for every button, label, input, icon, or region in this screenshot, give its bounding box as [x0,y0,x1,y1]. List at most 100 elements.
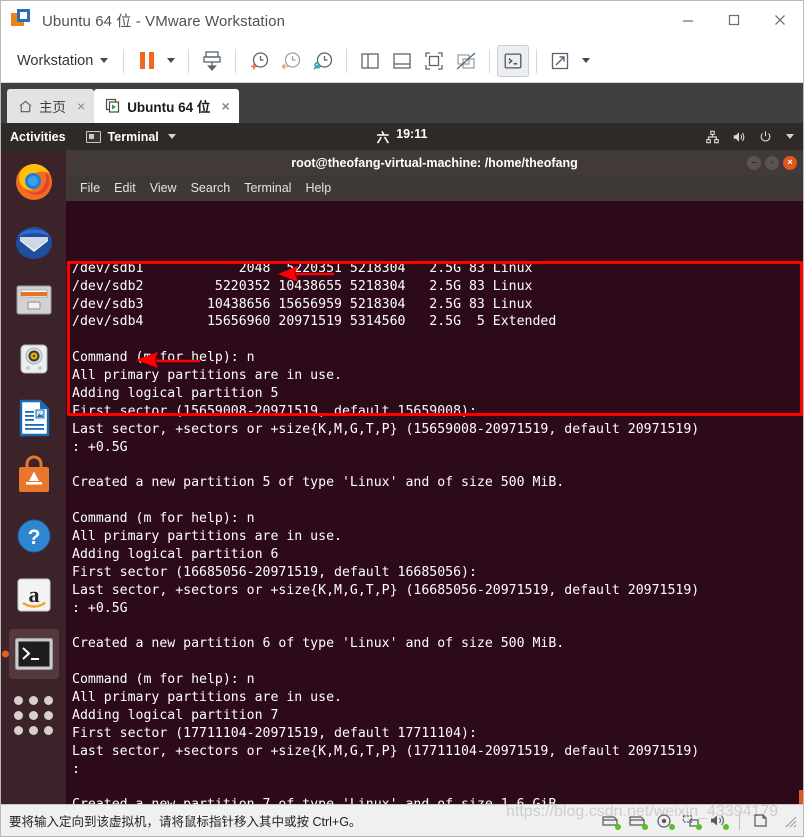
toolbar-separator [346,48,348,73]
terminal-minimize-button[interactable]: – [747,155,761,170]
tab-home-close-icon[interactable]: × [77,98,85,114]
terminal-line: Created a new partition 5 of type 'Linux… [72,475,565,491]
terminal-line: : +0.5G [72,439,128,455]
launcher-item-amazon[interactable]: a [9,570,59,620]
terminal-line: : [72,761,80,777]
topbar-clock[interactable]: 六 19:11 [377,127,428,146]
launcher-item-firefox[interactable] [9,157,59,207]
menu-edit[interactable]: Edit [114,181,136,195]
menu-terminal[interactable]: Terminal [244,181,291,195]
view-dropdown-button[interactable] [576,46,596,76]
window-controls [665,1,803,39]
chevron-down-icon [100,58,109,63]
terminal-window: root@theofang-virtual-machine: /home/the… [66,150,803,804]
ubuntu-software-icon [18,455,49,492]
terminal-menubar: File Edit View Search Terminal Help [66,175,803,201]
terminal-line: Adding logical partition 6 [72,546,279,562]
network-icon[interactable] [705,130,720,144]
unity-launcher: ? a [1,150,66,804]
take-snapshot-clock-button[interactable] [243,45,275,77]
launcher-item-libreoffice-writer[interactable] [9,393,59,443]
vm-tab-bar: 主页 × Ubuntu 64 位 × [1,83,803,123]
status-hard-disk-icon[interactable] [601,813,621,830]
libreoffice-writer-icon [19,399,49,437]
toolbar-separator [235,48,237,73]
terminal-line: /dev/sdb1 2048 5220351 5218304 2.5G 83 L… [72,260,533,276]
vmware-status-bar: 要将输入定向到该虚拟机，请将鼠标指针移入其中或按 Ctrl+G。 https:/… [1,803,803,836]
status-sound-icon[interactable] [709,813,729,830]
show-library-button[interactable] [354,45,386,77]
menu-file[interactable]: File [80,181,100,195]
terminal-line: Command (m for help): n [72,511,255,527]
amazon-icon: a [17,578,50,612]
terminal-line: First sector (17711104-20971519, default… [72,725,477,741]
maximize-icon[interactable] [711,1,757,39]
terminal-line: First sector (16685056-20971519, default… [72,564,477,580]
menu-search[interactable]: Search [191,181,231,195]
help-icon: ? [17,519,50,553]
terminal-line: /dev/sdb2 5220352 10438655 5218304 2.5G … [72,278,533,294]
files-icon [16,285,51,315]
vmware-logo-icon [11,9,33,31]
status-printer-icon[interactable] [752,813,770,828]
toolbar-separator [489,48,491,73]
main-toolbar: Workstation [1,39,803,83]
launcher-item-thunderbird[interactable] [9,216,59,266]
guest-desktop: ? a root@theofang-virtual-machine: /home… [1,150,803,804]
tab-home[interactable]: 主页 × [7,89,95,123]
chevron-down-icon [167,58,176,63]
terminal-line: Last sector, +sectors or +size{K,M,G,T,P… [72,743,700,759]
terminal-maximize-button[interactable]: ▫ [765,155,779,170]
svg-text:?: ? [27,526,40,549]
vmware-workstation-window: Ubuntu 64 位 - VMware Workstation Worksta… [0,0,804,837]
menu-help[interactable]: Help [305,181,331,195]
volume-icon[interactable] [731,130,747,144]
launcher-item-files[interactable] [9,275,59,325]
launcher-item-help[interactable]: ? [9,511,59,561]
show-thumbnail-bar-button[interactable] [386,45,418,77]
launcher-item-terminal[interactable] [8,629,59,679]
workstation-menu-button[interactable]: Workstation [7,49,116,73]
manage-snapshots-button[interactable] [307,45,339,77]
menu-view[interactable]: View [150,181,177,195]
show-applications-icon[interactable] [14,696,53,735]
chevron-down-icon[interactable] [786,134,794,139]
window-title: Ubuntu 64 位 - VMware Workstation [42,12,286,30]
unity-mode-button[interactable] [450,45,482,77]
clock-day: 六 [376,131,390,145]
topbar-app-menu[interactable]: Terminal [85,130,176,144]
stretch-view-button[interactable] [544,45,576,77]
full-screen-button[interactable] [418,45,450,77]
power-dropdown-button[interactable] [161,46,181,76]
resize-grip-icon[interactable] [783,814,797,828]
toolbar-separator [188,48,190,73]
terminal-line: Last sector, +sectors or +size{K,M,G,T,P… [72,582,700,598]
terminal-line: : +0.5G [72,600,128,616]
console-view-button[interactable] [497,44,530,77]
terminal-scrollbar[interactable] [799,201,803,804]
terminal-title: root@theofang-virtual-machine: /home/the… [291,155,578,170]
power-icon[interactable] [758,130,773,144]
suspend-button[interactable] [131,52,161,69]
tab-ubuntu-vm[interactable]: Ubuntu 64 位 × [94,89,239,123]
revert-snapshot-button[interactable] [275,45,307,77]
terminal-line: Command (m for help): n [72,672,255,688]
close-icon[interactable] [757,1,803,39]
terminal-output[interactable]: /dev/sdb1 2048 5220351 5218304 2.5G 83 L… [66,201,803,804]
launcher-item-rhythmbox[interactable] [9,334,59,384]
terminal-icon [85,130,101,143]
terminal-line: Command (m for help): n [72,350,255,366]
launcher-item-software[interactable] [9,452,59,502]
activities-button[interactable]: Activities [10,130,66,144]
minimize-icon[interactable] [665,1,711,39]
status-network-icon[interactable] [682,813,702,830]
status-cdrom-icon[interactable] [628,813,648,830]
tab-ubuntu-vm-close-icon[interactable]: × [221,98,229,114]
status-floppy-icon[interactable] [655,813,675,830]
chevron-down-icon [582,58,591,63]
terminal-close-button[interactable]: × [783,155,797,170]
snapshot-button[interactable] [196,45,228,77]
vm-tab-icon [106,98,120,113]
